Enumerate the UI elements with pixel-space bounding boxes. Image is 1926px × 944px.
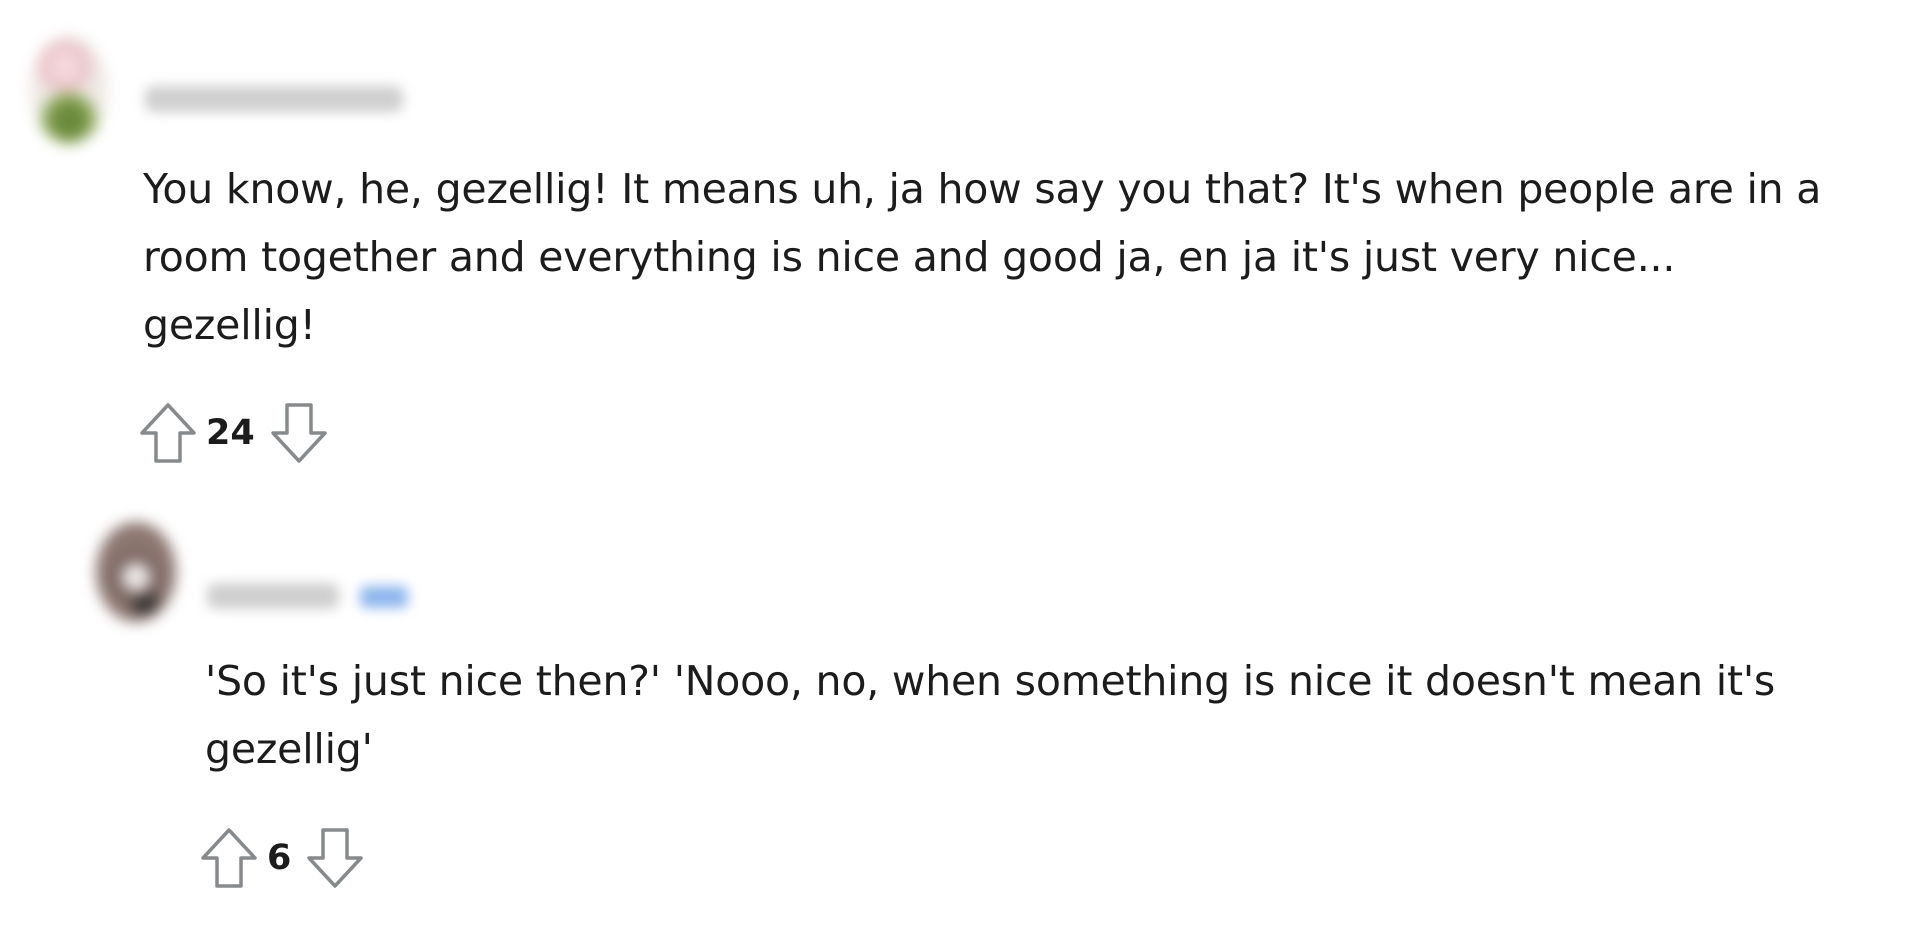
comment-1: You know, he, gezellig! It means uh, ja … xyxy=(0,0,1926,480)
comment-body-line: gezellig! xyxy=(143,301,316,349)
vote-bar: 6 xyxy=(197,823,367,893)
comment-body-line: 'So it's just nice then?' 'Nooo, no, whe… xyxy=(205,657,1776,705)
comment-body-line: gezellig' xyxy=(205,725,373,773)
op-badge xyxy=(360,586,408,608)
comment-body: 'So it's just nice then?' 'Nooo, no, whe… xyxy=(205,647,1905,783)
arrow-up-outline-icon xyxy=(140,403,196,463)
comment-body: You know, he, gezellig! It means uh, ja … xyxy=(143,155,1903,359)
username-blurred[interactable] xyxy=(145,86,403,112)
upvote-button[interactable] xyxy=(136,398,200,468)
vote-bar: 24 xyxy=(136,398,331,468)
comment-body-line: You know, he, gezellig! It means uh, ja … xyxy=(143,165,1822,213)
arrow-down-outline-icon xyxy=(270,403,327,463)
username-blurred[interactable] xyxy=(207,583,339,609)
score: 6 xyxy=(267,838,292,878)
upvote-button[interactable] xyxy=(197,823,261,893)
comment-2: 'So it's just nice then?' 'Nooo, no, whe… xyxy=(0,480,1926,944)
downvote-button[interactable] xyxy=(303,823,367,893)
arrow-up-outline-icon xyxy=(201,828,257,888)
avatar[interactable] xyxy=(30,36,108,144)
avatar[interactable] xyxy=(96,522,176,622)
downvote-button[interactable] xyxy=(267,398,331,468)
score: 24 xyxy=(206,413,255,453)
comment-body-line: room together and everything is nice and… xyxy=(143,233,1676,281)
arrow-down-outline-icon xyxy=(307,828,364,888)
